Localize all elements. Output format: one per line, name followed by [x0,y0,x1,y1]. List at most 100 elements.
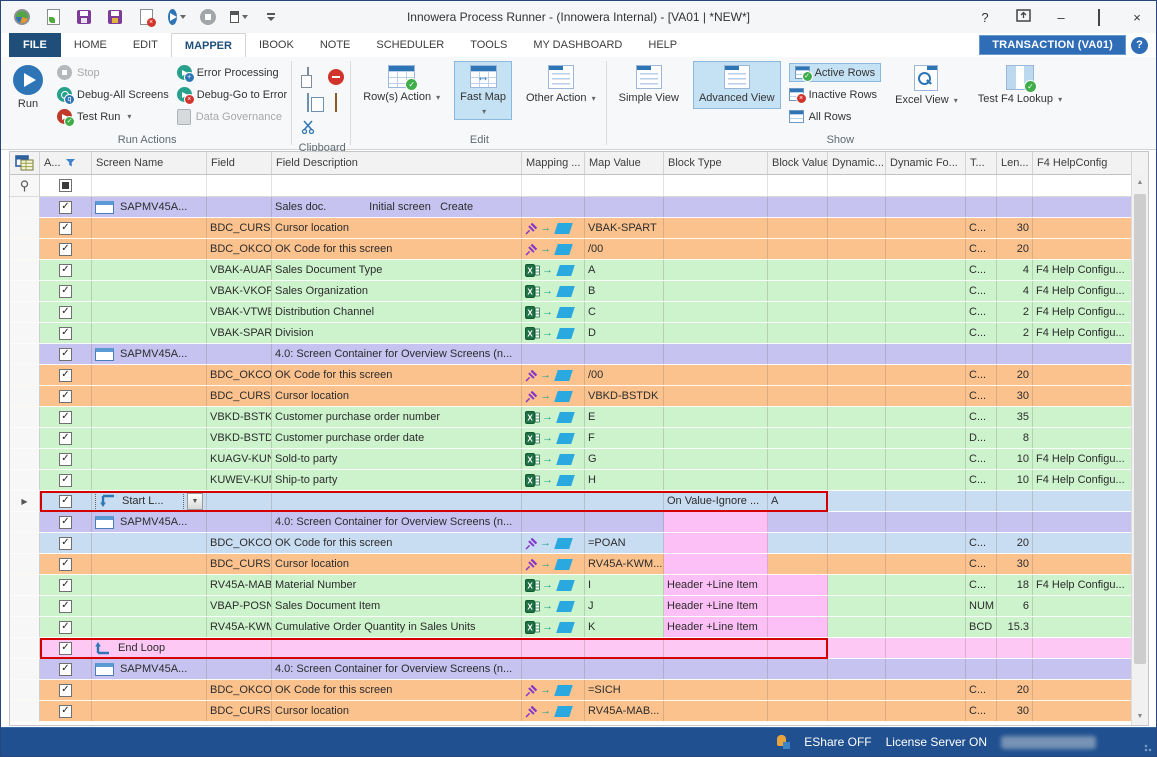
type-cell[interactable]: C... [966,680,997,700]
length-cell[interactable]: 15.3 [997,617,1033,637]
mapping-cell[interactable]: X→ [522,596,585,616]
tab-scheduler[interactable]: SCHEDULER [363,33,457,57]
row-indicator[interactable] [10,470,40,490]
map-value-cell[interactable]: B [585,281,664,301]
row-checkbox[interactable]: ✓ [59,222,72,235]
active-cell[interactable]: ✓ [40,386,92,406]
field-row[interactable]: ✓KUWEV-KUNNRShip-to partyX→HC...10F4 Hel… [10,470,1148,491]
type-cell[interactable]: C... [966,701,997,721]
field-description-cell[interactable]: Sales Document Item [272,596,522,616]
mapping-cell[interactable]: → [522,554,585,574]
dynamic-formula-cell[interactable] [886,386,966,406]
block-type-cell[interactable] [664,344,768,364]
row-checkbox[interactable]: ✓ [59,495,72,508]
type-cell[interactable]: C... [966,218,997,238]
type-cell[interactable] [966,197,997,217]
tab-note[interactable]: NOTE [307,33,364,57]
block-type-cell[interactable]: On Value-Ignore ... [664,491,768,511]
tab-my-dashboard[interactable]: MY DASHBOARD [520,33,635,57]
dynamic-cell[interactable] [828,701,886,721]
type-cell[interactable]: C... [966,554,997,574]
dynamic-formula-cell[interactable] [886,239,966,259]
screen-name-cell[interactable] [92,428,207,448]
mapping-cell[interactable]: X→ [522,323,585,343]
new-process-icon[interactable] [44,8,62,26]
f4-helpconfig-cell[interactable] [1033,638,1132,658]
field-description-cell[interactable]: Cumulative Order Quantity in Sales Units [272,617,522,637]
block-type-cell[interactable] [664,302,768,322]
screen-row[interactable]: ✓SAPMV45A...Sales doc. Initial screen Cr… [10,197,1148,218]
row-checkbox[interactable]: ✓ [59,243,72,256]
map-value-cell[interactable]: A [585,260,664,280]
map-value-cell[interactable] [585,344,664,364]
map-value-cell[interactable]: RV45A-MAB... [585,701,664,721]
active-cell[interactable]: ✓ [40,323,92,343]
dynamic-cell[interactable] [828,386,886,406]
type-cell[interactable] [966,491,997,511]
field-cell[interactable]: BDC_OKCODE [207,365,272,385]
field-row[interactable]: ✓KUAGV-KUNNRSold-to partyX→GC...10F4 Hel… [10,449,1148,470]
field-description-cell[interactable]: 4.0: Screen Container for Overview Scree… [272,512,522,532]
block-type-cell[interactable] [664,281,768,301]
length-cell[interactable]: 2 [997,302,1033,322]
block-type-cell[interactable] [664,428,768,448]
dock-button[interactable] [1014,9,1032,25]
f4-helpconfig-cell[interactable]: F4 Help Configu... [1033,575,1132,595]
map-value-cell[interactable]: E [585,407,664,427]
fast-map-button[interactable]: ↔ Fast Map ▾ [454,61,512,120]
tab-file[interactable]: FILE [9,33,61,57]
save-as-icon[interactable] [106,8,124,26]
loop-end-row[interactable]: ✓End Loop [10,638,1148,659]
filter-cell[interactable] [664,175,768,196]
screen-name-cell[interactable] [92,596,207,616]
filter-cell[interactable] [966,175,997,196]
field-row[interactable]: ✓BDC_OKCODEOK Code for this screen→/00C.… [10,365,1148,386]
field-cell[interactable] [207,638,272,658]
save-icon[interactable] [75,8,93,26]
f4-helpconfig-cell[interactable] [1033,680,1132,700]
row-indicator[interactable] [10,428,40,448]
active-cell[interactable]: ✓ [40,239,92,259]
type-cell[interactable] [966,344,997,364]
dynamic-cell[interactable] [828,344,886,364]
dynamic-cell[interactable] [828,596,886,616]
row-indicator[interactable] [10,575,40,595]
screen-name-cell[interactable] [92,302,207,322]
run-button[interactable]: Run [7,61,49,115]
mapping-cell[interactable] [522,197,585,217]
field-cell[interactable]: VBKD-BSTKD [207,407,272,427]
row-indicator[interactable] [10,302,40,322]
block-type-cell[interactable] [664,449,768,469]
field-cell[interactable]: BDC_CURSOR [207,701,272,721]
screen-name-cell[interactable] [92,281,207,301]
row-indicator[interactable] [10,386,40,406]
mapping-cell[interactable]: X→ [522,449,585,469]
dynamic-cell[interactable] [828,323,886,343]
app-logo-icon[interactable] [13,8,31,26]
screen-name-cell[interactable] [92,239,207,259]
field-description-cell[interactable]: Sales Document Type [272,260,522,280]
insert-table-icon[interactable] [335,94,337,112]
column-header-field[interactable]: Field [207,152,272,174]
stop-quick-icon[interactable] [199,8,217,26]
field-row[interactable]: ✓BDC_OKCODEOK Code for this screen→=SICH… [10,680,1148,701]
copy-icon[interactable] [307,94,309,112]
block-value-cell[interactable] [768,701,828,721]
screen-row[interactable]: ✓SAPMV45A...4.0: Screen Container for Ov… [10,344,1148,365]
dynamic-cell[interactable] [828,218,886,238]
f4-helpconfig-cell[interactable] [1033,344,1132,364]
delete-rows-icon[interactable] [328,69,344,85]
dynamic-cell[interactable] [828,659,886,679]
field-cell[interactable]: BDC_OKCODE [207,680,272,700]
length-cell[interactable]: 30 [997,701,1033,721]
f4-helpconfig-cell[interactable]: F4 Help Configu... [1033,281,1132,301]
map-value-cell[interactable] [585,197,664,217]
block-type-cell[interactable] [664,659,768,679]
block-type-cell[interactable] [664,680,768,700]
block-value-cell[interactable] [768,197,828,217]
block-type-cell[interactable]: Header +Line Item [664,575,768,595]
f4-helpconfig-cell[interactable] [1033,512,1132,532]
block-value-cell[interactable] [768,575,828,595]
field-description-cell[interactable]: Material Number [272,575,522,595]
length-cell[interactable] [997,197,1033,217]
